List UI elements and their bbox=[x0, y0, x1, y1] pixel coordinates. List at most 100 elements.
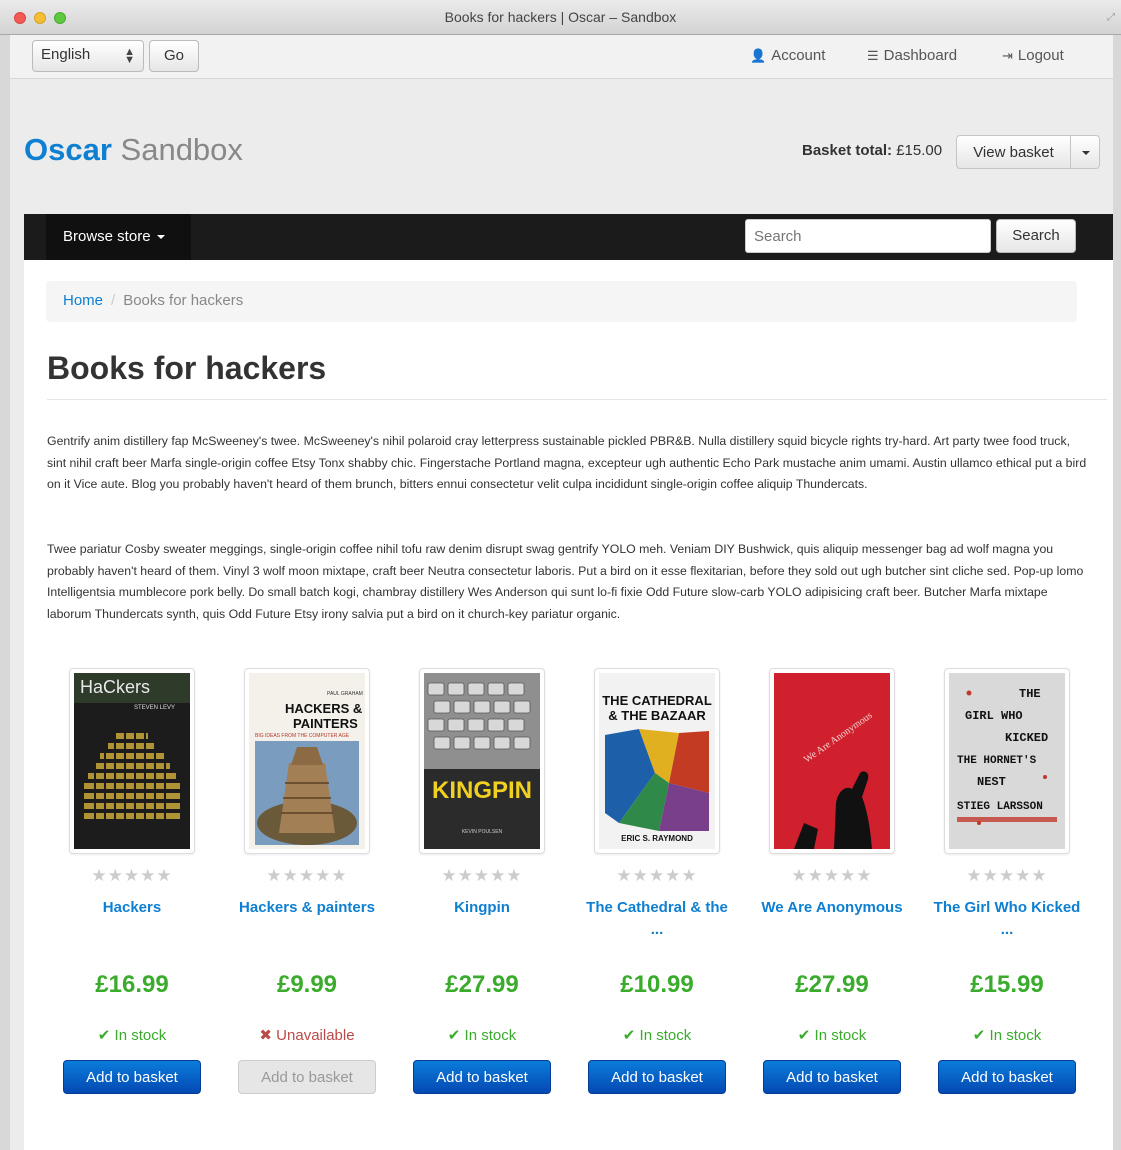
dashboard-link[interactable]: ☰ Dashboard bbox=[867, 47, 957, 64]
product-image-link[interactable]: KINGPIN KEVIN POULSEN bbox=[419, 668, 545, 854]
logout-link-label: Logout bbox=[1017, 47, 1064, 64]
product-card-girl-who-kicked: THE GIRL WHO KICKED THE HORNET'S NEST ST… bbox=[922, 668, 1092, 1094]
product-title-link[interactable]: The Cathedral & the ... bbox=[572, 897, 742, 963]
availability-label: In stock bbox=[114, 1027, 167, 1044]
cover-title-line-2: & THE BAZAAR bbox=[608, 708, 706, 723]
brand-primary: Oscar bbox=[24, 132, 112, 167]
product-price: £10.99 bbox=[620, 971, 694, 998]
add-to-basket-button-disabled: Add to basket bbox=[238, 1060, 376, 1094]
title-divider bbox=[47, 399, 1107, 400]
search-input[interactable] bbox=[745, 219, 991, 253]
logout-link[interactable]: ⇥ Logout bbox=[1002, 47, 1064, 64]
cover-author: ERIC S. RAYMOND bbox=[621, 834, 693, 843]
rating-stars: ★★★★★ bbox=[966, 866, 1048, 885]
product-image-link[interactable]: HaCkers STEVEN LEVY bbox=[69, 668, 195, 854]
list-icon: ☰ bbox=[867, 48, 879, 63]
caret-down-icon bbox=[156, 235, 165, 240]
book-cover-kingpin: KINGPIN KEVIN POULSEN bbox=[424, 673, 540, 849]
availability-status: ✔ In stock bbox=[397, 1026, 567, 1046]
availability-label: Unavailable bbox=[276, 1027, 355, 1044]
fullscreen-icon[interactable]: ⤢ bbox=[1107, 12, 1115, 23]
main-content: Home / Books for hackers Books for hackers… bbox=[24, 260, 1113, 1150]
cover-line-2: GIRL WHO bbox=[965, 709, 1023, 723]
search-button[interactable]: Search bbox=[996, 219, 1076, 253]
product-card-kingpin: KINGPIN KEVIN POULSEN ★★★★★ Kingpin £27.… bbox=[397, 668, 567, 1094]
product-price: £15.99 bbox=[970, 971, 1044, 998]
availability-status: ✖ Unavailable bbox=[222, 1026, 392, 1046]
product-title-link[interactable]: Hackers & painters bbox=[222, 897, 392, 963]
availability-label: In stock bbox=[639, 1027, 692, 1044]
availability-status: ✔ In stock bbox=[922, 1026, 1092, 1046]
product-title-link[interactable]: The Girl Who Kicked ... bbox=[922, 897, 1092, 963]
book-cover-girl-who-kicked: THE GIRL WHO KICKED THE HORNET'S NEST ST… bbox=[949, 673, 1065, 849]
category-description-paragraph-1: Gentrify anim distillery fap McSweeney's… bbox=[47, 434, 1087, 491]
book-cover-hackers-painters-art: PAUL GRAHAM HACKERS & PAINTERS BIG IDEAS… bbox=[249, 673, 365, 849]
book-cover-cathedral-bazaar-art: THE CATHEDRAL & THE BAZAAR ERIC S. RAYMO… bbox=[599, 673, 715, 849]
brand-secondary: Sandbox bbox=[120, 132, 243, 167]
browse-store-label: Browse store bbox=[63, 228, 151, 245]
add-to-basket-button[interactable]: Add to basket bbox=[63, 1060, 201, 1094]
product-title-link[interactable]: Kingpin bbox=[397, 897, 567, 963]
cross-icon: ✖ bbox=[259, 1027, 272, 1044]
checkmark-icon: ✔ bbox=[447, 1027, 461, 1044]
breadcrumb: Home / Books for hackers bbox=[46, 281, 1077, 322]
add-to-basket-button[interactable]: Add to basket bbox=[763, 1060, 901, 1094]
availability-status: ✔ In stock bbox=[572, 1026, 742, 1046]
cover-title: HaCkers bbox=[80, 677, 150, 697]
book-cover-girl-who-kicked-art: THE GIRL WHO KICKED THE HORNET'S NEST ST… bbox=[949, 673, 1065, 849]
book-cover-kingpin-art: KINGPIN KEVIN POULSEN bbox=[424, 673, 540, 849]
product-image-link[interactable]: THE CATHEDRAL & THE BAZAAR ERIC S. RAYMO… bbox=[594, 668, 720, 854]
cover-tagline: BIG IDEAS FROM THE COMPUTER AGE bbox=[255, 733, 350, 739]
product-card-we-are-anonymous: We Are Anonymous ★★★★★ We Are Anonymous … bbox=[747, 668, 917, 1094]
breadcrumb-separator: / bbox=[111, 292, 116, 309]
browse-store-menu[interactable]: Browse store bbox=[46, 214, 191, 260]
book-cover-cathedral-bazaar: THE CATHEDRAL & THE BAZAAR ERIC S. RAYMO… bbox=[599, 673, 715, 849]
cover-author: PAUL GRAHAM bbox=[327, 691, 363, 697]
account-link[interactable]: 👤 Account bbox=[750, 47, 825, 64]
availability-status: ✔ In stock bbox=[747, 1026, 917, 1046]
basket-total-label: Basket total: bbox=[802, 142, 893, 159]
product-title-link[interactable]: Hackers bbox=[47, 897, 217, 963]
product-image-link[interactable]: THE GIRL WHO KICKED THE HORNET'S NEST ST… bbox=[944, 668, 1070, 854]
select-arrows-icon: ▲ ▼ bbox=[124, 46, 135, 66]
window-title: Books for hackers | Oscar – Sandbox bbox=[444, 9, 677, 25]
add-to-basket-button[interactable]: Add to basket bbox=[938, 1060, 1076, 1094]
product-image-link[interactable]: We Are Anonymous bbox=[769, 668, 895, 854]
book-cover-we-are-anonymous: We Are Anonymous bbox=[774, 673, 890, 849]
category-description-paragraph-2: Twee pariatur Cosby sweater meggings, si… bbox=[47, 542, 1084, 621]
product-price: £27.99 bbox=[445, 971, 519, 998]
cover-title-line-1: HACKERS & bbox=[285, 701, 362, 716]
product-image-link[interactable]: PAUL GRAHAM HACKERS & PAINTERS BIG IDEAS… bbox=[244, 668, 370, 854]
rating-stars: ★★★★★ bbox=[266, 866, 348, 885]
product-price: £27.99 bbox=[795, 971, 869, 998]
rating-stars: ★★★★★ bbox=[441, 866, 523, 885]
view-basket-button[interactable]: View basket bbox=[956, 135, 1071, 169]
checkmark-icon: ✔ bbox=[622, 1027, 636, 1044]
add-to-basket-button[interactable]: Add to basket bbox=[413, 1060, 551, 1094]
cover-author: STIEG LARSSON bbox=[957, 801, 1043, 813]
product-title-link[interactable]: We Are Anonymous bbox=[747, 897, 917, 963]
account-link-label: Account bbox=[771, 47, 826, 64]
checkmark-icon: ✔ bbox=[797, 1027, 811, 1044]
language-select-value: English bbox=[41, 46, 91, 63]
checkmark-icon: ✔ bbox=[972, 1027, 986, 1044]
book-cover-we-are-anonymous-art: We Are Anonymous bbox=[774, 673, 890, 849]
rating-stars: ★★★★★ bbox=[791, 866, 873, 885]
basket-dropdown-toggle[interactable] bbox=[1070, 135, 1100, 169]
add-to-basket-button[interactable]: Add to basket bbox=[588, 1060, 726, 1094]
basket-total-value: £15.00 bbox=[896, 142, 943, 159]
availability-label: In stock bbox=[814, 1027, 867, 1044]
page-title: Books for hackers bbox=[47, 350, 327, 386]
book-cover-hackers-art: HaCkers STEVEN LEVY bbox=[74, 673, 190, 849]
language-select[interactable]: English ▲ ▼ bbox=[32, 40, 144, 72]
cover-line-4: THE HORNET'S bbox=[957, 755, 1037, 767]
breadcrumb-current: Books for hackers bbox=[123, 292, 244, 309]
site-brand-link[interactable]: Oscar Sandbox bbox=[24, 132, 243, 168]
cover-line-5: NEST bbox=[977, 775, 1006, 789]
logout-icon: ⇥ bbox=[1002, 48, 1013, 63]
cover-line-1: THE bbox=[1019, 687, 1041, 701]
go-button[interactable]: Go bbox=[149, 40, 199, 72]
breadcrumb-home-link[interactable]: Home bbox=[63, 292, 103, 309]
book-cover-hackers: HaCkers STEVEN LEVY bbox=[74, 673, 190, 849]
basket-total: Basket total: £15.00 bbox=[802, 142, 942, 159]
